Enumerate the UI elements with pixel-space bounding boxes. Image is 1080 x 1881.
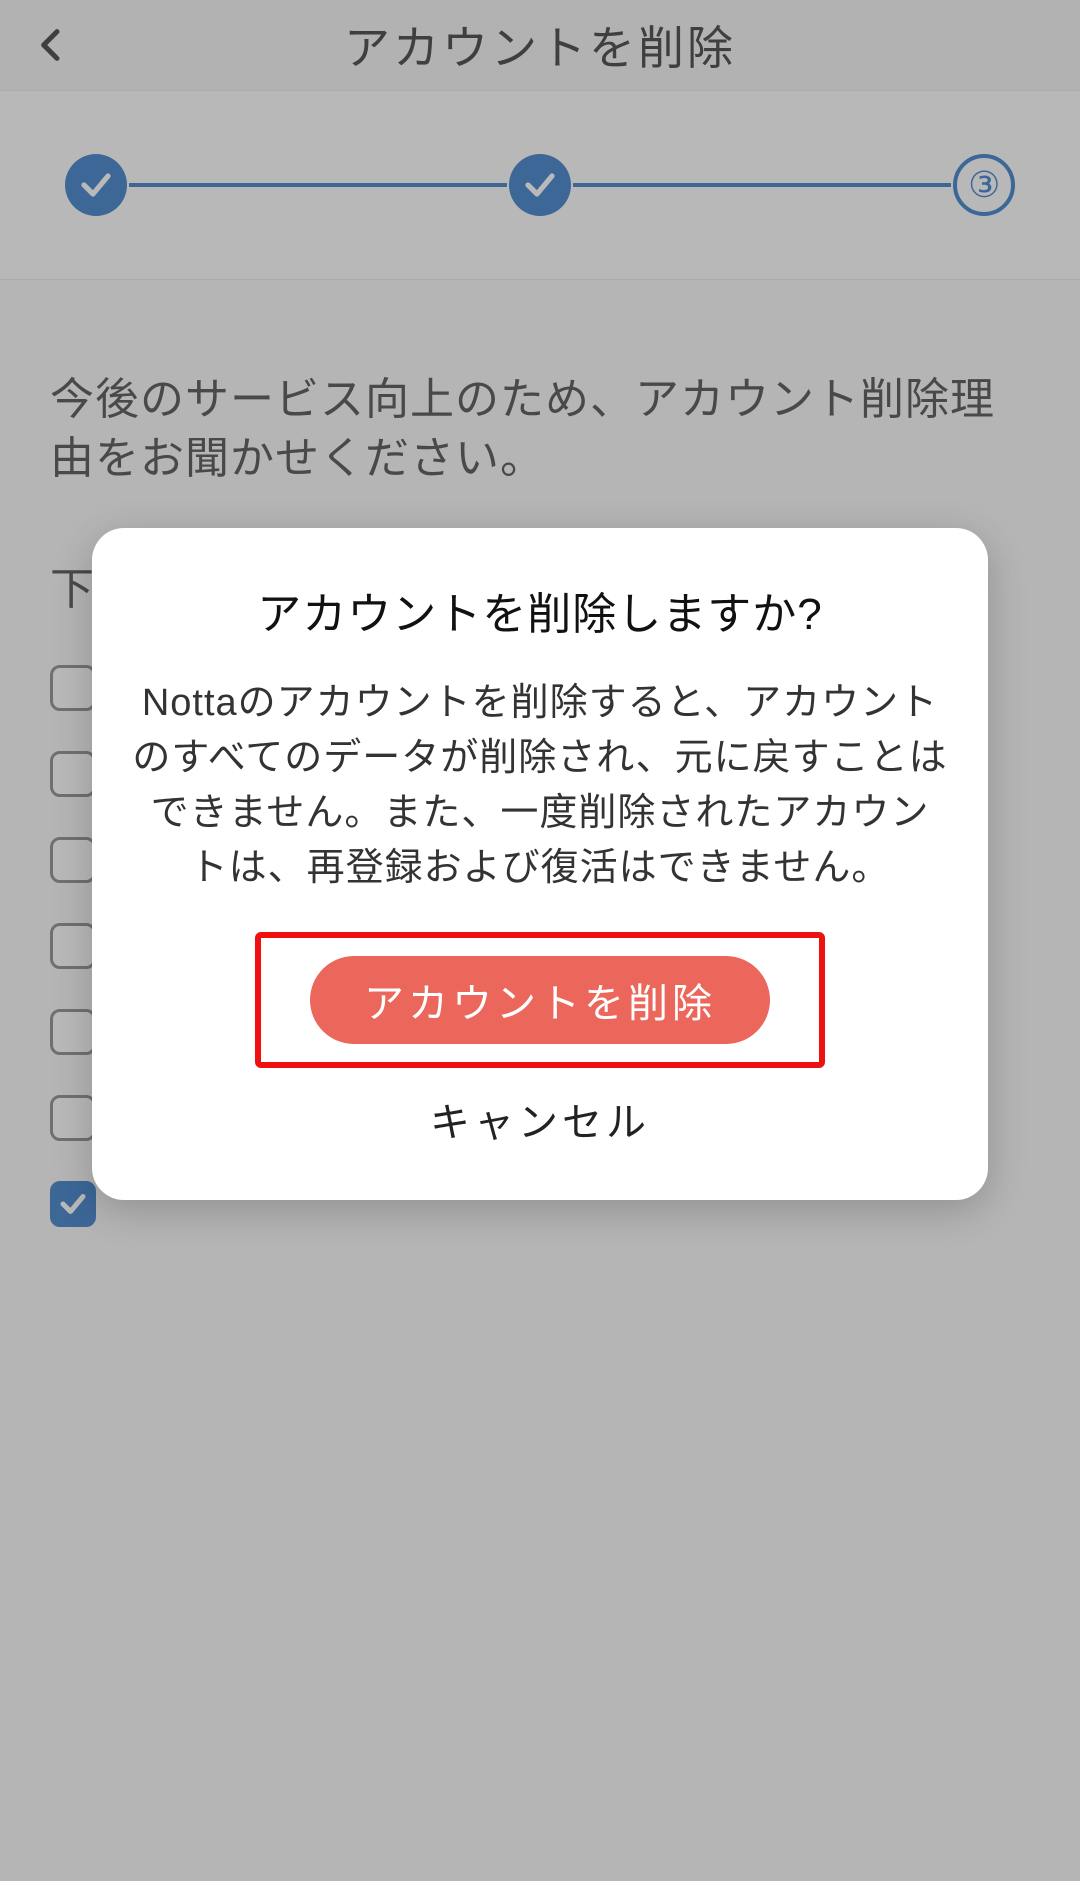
highlight-frame: アカウントを削除 [255,932,825,1068]
modal-overlay[interactable]: アカウントを削除しますか? Nottaのアカウントを削除すると、アカウントのすべ… [0,0,1080,1881]
confirm-modal: アカウントを削除しますか? Nottaのアカウントを削除すると、アカウントのすべ… [92,528,988,1200]
modal-title: アカウントを削除しますか? [132,578,948,642]
modal-body: Nottaのアカウントを削除すると、アカウントのすべてのデータが削除され、元に戻… [132,676,948,896]
cancel-button[interactable]: キャンセル [430,1090,650,1148]
screen: アカウントを削除 ③ 今後のサービス向上のため、アカウント削除理由をお聞かせくだ… [0,0,1080,1881]
delete-account-button[interactable]: アカウントを削除 [310,956,770,1044]
